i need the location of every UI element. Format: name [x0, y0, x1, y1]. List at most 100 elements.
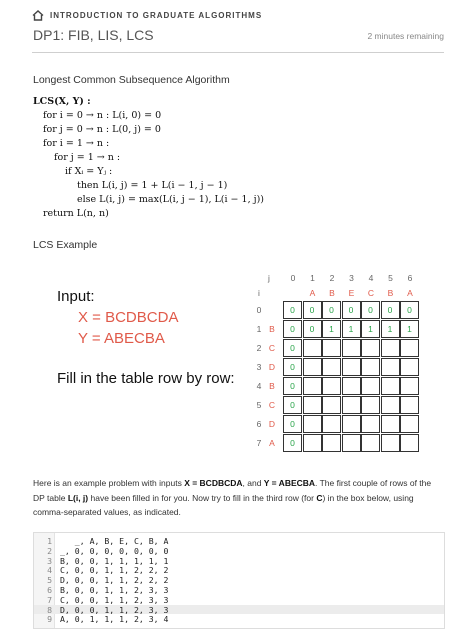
input-x: X = BCDBCDA	[78, 309, 179, 326]
algo-line: for i = 0 → n : L(i, 0) = 0	[43, 110, 162, 121]
dp-cell: 0	[283, 415, 302, 433]
dp-cell	[341, 339, 361, 357]
editor-line[interactable]: 7 C, 0, 0, 1, 1, 2, 3, 3	[34, 595, 444, 605]
editor-line[interactable]: 2 _, 0, 0, 0, 0, 0, 0, 0	[34, 546, 444, 556]
algo-line: LCS(X, Y) :	[33, 96, 91, 107]
line-text: B, 0, 0, 1, 1, 1, 1, 1	[60, 555, 169, 566]
col-index: 1	[310, 273, 315, 283]
dp-cell: 0	[400, 301, 419, 319]
dp-cell	[341, 377, 361, 395]
row-letter: C	[268, 400, 276, 410]
dp-cell: 0	[302, 320, 322, 338]
line-text: _, A, B, E, C, B, A	[60, 536, 169, 546]
editor-line[interactable]: 5 D, 0, 0, 1, 1, 2, 2, 2	[34, 575, 444, 585]
dp-cell: 1	[322, 320, 341, 338]
dp-cell	[400, 339, 419, 357]
dp-cell	[380, 377, 400, 395]
editor-line[interactable]: 4 C, 0, 0, 1, 1, 2, 2, 2	[34, 565, 444, 575]
dp-cell: 0	[341, 301, 361, 319]
col-letter: A	[309, 288, 316, 298]
dp-cell: 0	[380, 301, 400, 319]
line-number: 2	[47, 545, 52, 556]
dp-cell	[361, 339, 380, 357]
line-number: 7	[47, 594, 52, 605]
dp-cell: 0	[302, 301, 322, 319]
j-label: j	[268, 273, 270, 283]
dp-cell: 0	[283, 434, 302, 452]
row-letter: C	[268, 343, 276, 353]
line-number: 3	[47, 555, 52, 566]
dp-cell: 0	[283, 396, 302, 414]
line-text: B, 0, 0, 1, 1, 2, 3, 3	[60, 585, 169, 595]
row-index: 4	[256, 381, 262, 391]
row-letter: B	[269, 381, 275, 391]
line-text: _, 0, 0, 0, 0, 0, 0, 0	[60, 545, 169, 556]
col-letter: E	[348, 288, 355, 298]
editor-line[interactable]: 1 _, A, B, E, C, B, A	[34, 536, 444, 546]
row-index: 6	[256, 419, 262, 429]
dp-cell	[322, 415, 341, 433]
dp-cell	[400, 377, 419, 395]
dp-cell	[322, 358, 341, 376]
col-index: 5	[388, 273, 393, 283]
dp-cell	[341, 415, 361, 433]
row-index: 7	[256, 438, 262, 448]
editor-line[interactable]: 3 B, 0, 0, 1, 1, 1, 1, 1	[34, 556, 444, 566]
line-text: A, 0, 1, 1, 1, 2, 3, 4	[60, 614, 169, 625]
dp-cell	[400, 434, 419, 452]
dp-cell	[380, 434, 400, 452]
line-number: 8	[47, 604, 52, 615]
algo-line: then L(i, j) = 1 + L(i − 1, j − 1)	[77, 180, 228, 191]
col-letter: B	[387, 288, 394, 298]
col-letter: B	[329, 288, 335, 298]
row-letter: A	[269, 438, 275, 448]
algo-line: for j = 0 → n : L(0, j) = 0	[43, 124, 161, 135]
dp-cell	[302, 396, 322, 414]
course-link[interactable]: INTRODUCTION TO GRADUATE ALGORITHMS	[32, 10, 262, 21]
progress-bar	[32, 52, 444, 53]
fill-instruction: Fill in the table row by row:	[57, 370, 235, 387]
row-letter: D	[268, 419, 276, 429]
line-number: 5	[47, 575, 52, 586]
algo-line: else L(i, j) = max(L(i, j − 1), L(i − 1,…	[77, 194, 264, 205]
dp-cell	[400, 358, 419, 376]
col-index: 4	[368, 273, 374, 283]
dp-cell: 1	[361, 320, 380, 338]
i-label: i	[258, 288, 260, 298]
row-index: 2	[256, 343, 262, 353]
line-text: D, 0, 0, 1, 1, 2, 2, 2	[60, 575, 169, 586]
dp-cell: 1	[400, 320, 419, 338]
dp-cell	[341, 396, 361, 414]
row-index: 5	[256, 400, 262, 410]
dp-cell: 0	[283, 301, 302, 319]
row-index: 1	[256, 324, 262, 334]
dp-cell	[341, 434, 361, 452]
dp-cell	[302, 358, 322, 376]
dp-cell: 0	[283, 358, 302, 376]
col-index: 0	[290, 273, 296, 283]
line-number: 1	[47, 536, 52, 546]
editor-line[interactable]: 8 D, 0, 0, 1, 1, 2, 3, 3	[34, 604, 444, 615]
col-letter: C	[367, 288, 375, 298]
line-text: C, 0, 0, 1, 1, 2, 3, 3	[60, 594, 169, 605]
algorithm-pseudocode: LCS(X, Y) : for i = 0 → n : L(i, 0) = 0 …	[33, 95, 264, 221]
dp-cell: 0	[322, 301, 341, 319]
lesson-title: DP1: FIB, LIS, LCS	[33, 27, 154, 43]
dp-cell	[322, 434, 341, 452]
code-editor[interactable]: 1 _, A, B, E, C, B, A 2 _, 0, 0, 0, 0, 0, …	[33, 532, 445, 629]
dp-cell	[341, 358, 361, 376]
example-heading: LCS Example	[33, 239, 98, 251]
editor-line[interactable]: 6 B, 0, 0, 1, 1, 2, 3, 3	[34, 585, 444, 595]
col-letter: A	[407, 288, 413, 298]
dp-cell	[361, 415, 380, 433]
dp-cell	[380, 415, 400, 433]
dp-cell	[380, 339, 400, 357]
home-icon	[32, 10, 44, 21]
algo-line: return L(n, n)	[43, 208, 109, 219]
col-index: 3	[349, 273, 354, 283]
dp-cell: 0	[283, 320, 302, 338]
editor-line[interactable]: 9 A, 0, 1, 1, 1, 2, 3, 4	[34, 614, 444, 624]
dp-cell	[400, 415, 419, 433]
line-text: D, 0, 0, 1, 1, 2, 3, 3	[60, 604, 169, 615]
algo-line: if Xᵢ = Yⱼ :	[65, 166, 113, 177]
